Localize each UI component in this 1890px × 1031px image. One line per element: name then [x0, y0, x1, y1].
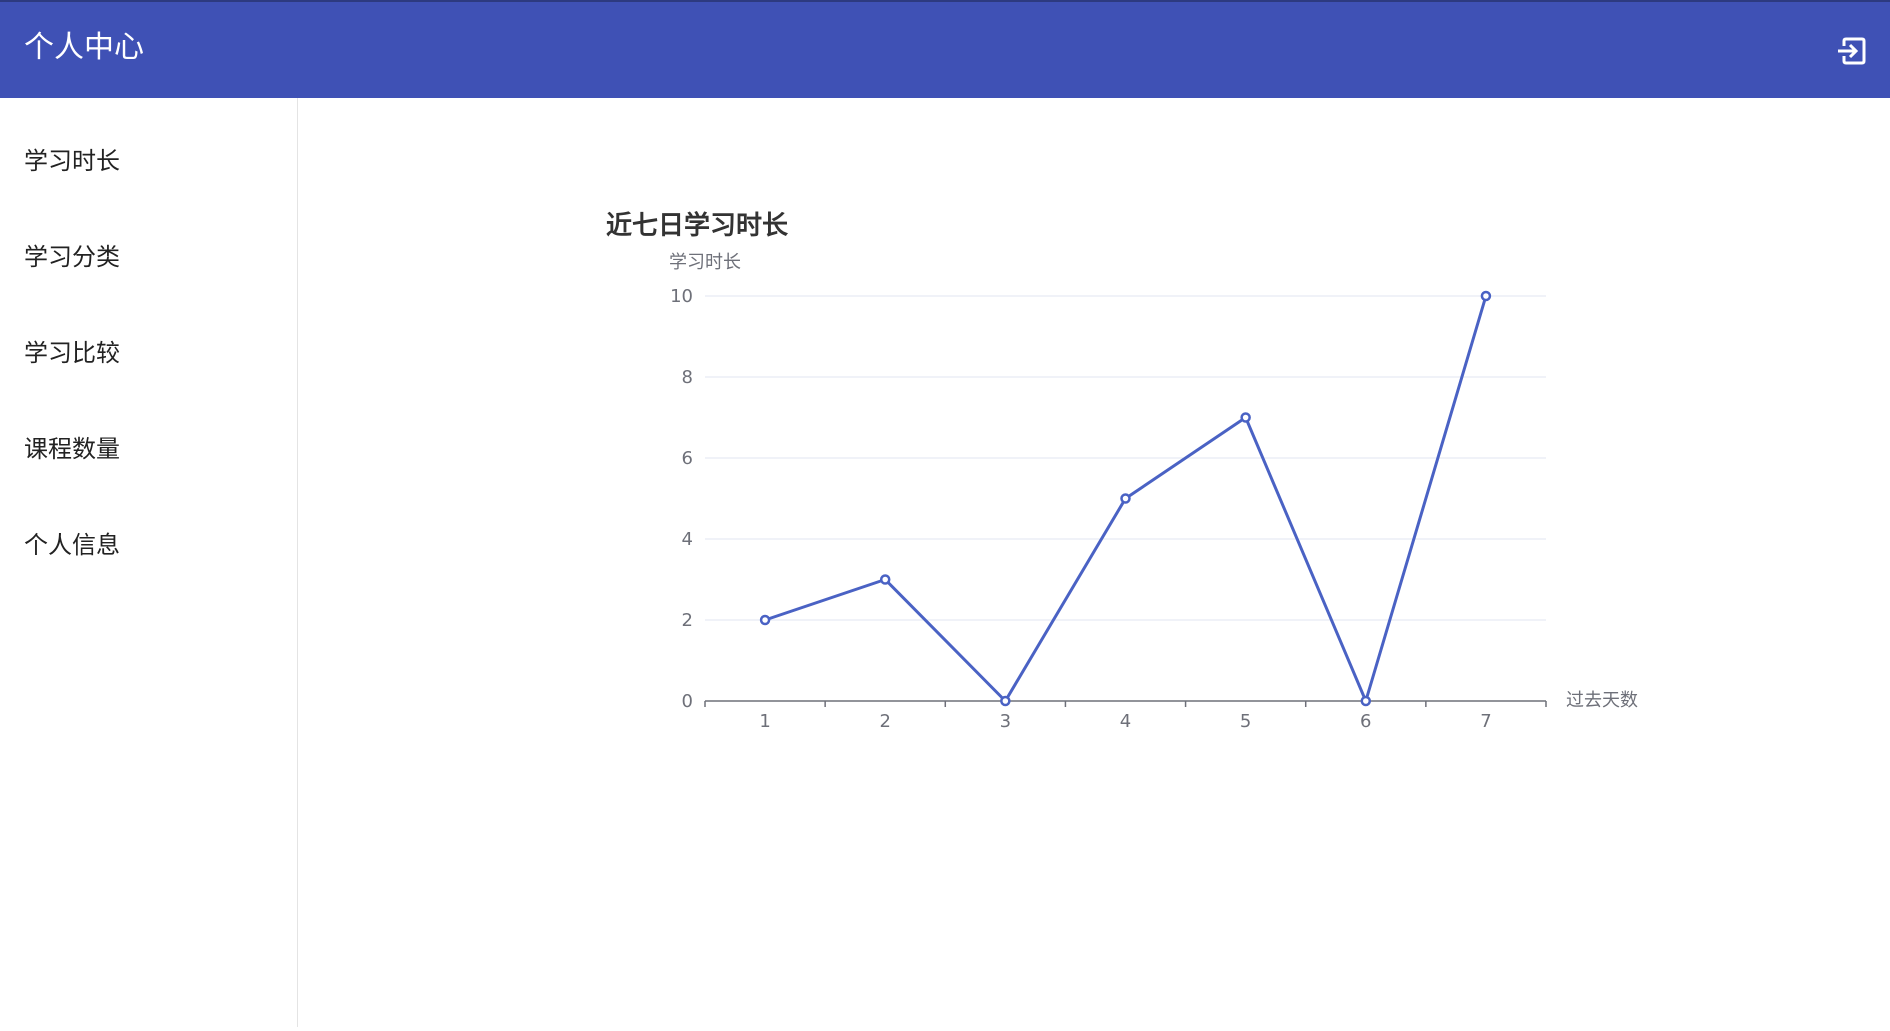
chart-title: 近七日学习时长 — [606, 210, 789, 241]
data-point — [759, 614, 771, 626]
x-tick-label: 4 — [1120, 711, 1131, 732]
data-point — [1000, 695, 1011, 707]
y-tick-label: 10 — [670, 286, 693, 307]
line-chart: 近七日学习时长 学习时长 过去天数 02468101 2 3 4 5 6 7 — [606, 210, 1638, 732]
x-tick-label: 7 — [1480, 711, 1491, 732]
y-tick-label: 8 — [682, 367, 693, 388]
x-tick-label: 6 — [1360, 711, 1371, 732]
data-point — [879, 574, 891, 585]
y-axis-label: 学习时长 — [669, 252, 741, 273]
data-point — [1360, 695, 1372, 707]
data-point — [1480, 290, 1492, 302]
y-tick-label: 6 — [682, 448, 693, 469]
y-tick-label: 2 — [682, 610, 693, 631]
data-point — [1240, 412, 1251, 423]
x-tick-label: 3 — [1000, 711, 1011, 732]
y-tick-label: 4 — [682, 529, 693, 550]
x-tick-label: 2 — [879, 711, 890, 732]
x-tick-label: 5 — [1240, 711, 1251, 732]
y-tick-label: 0 — [682, 691, 693, 712]
chart-container: 近七日学习时长 学习时长 过去天数 0 2 4 6 8 10 1 2 3 4 5 6 7 — [0, 0, 1890, 1027]
data-point — [1120, 493, 1131, 504]
x-axis-label: 过去天数 — [1566, 690, 1638, 711]
x-tick-label: 1 — [759, 711, 770, 732]
